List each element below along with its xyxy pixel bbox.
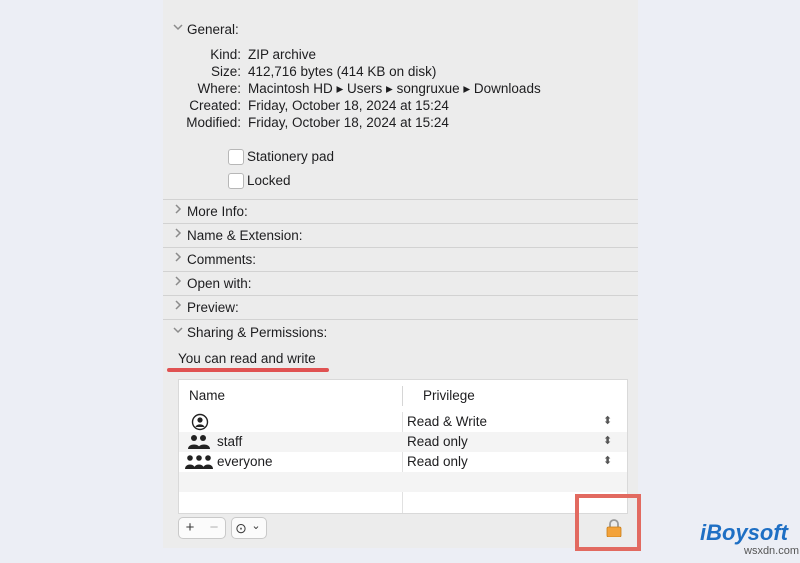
preview-label: Preview:	[187, 300, 239, 315]
size-key: Size:	[210, 64, 241, 79]
table-row[interactable]: everyone Read only ⬍	[179, 452, 627, 472]
kind-key: Kind:	[210, 47, 241, 62]
row-privilege[interactable]: Read only	[407, 454, 468, 469]
row-privilege[interactable]: Read & Write	[407, 414, 487, 429]
highlight-underline	[167, 368, 329, 372]
modified-key: Modified:	[186, 115, 241, 130]
chevron-right-icon	[171, 203, 185, 217]
row-name: everyone	[217, 454, 273, 469]
table-row[interactable]: Read & Write ⬍	[179, 412, 627, 432]
permissions-table: Name Privilege Read & Write ⬍ staff Read…	[178, 379, 628, 514]
where-key: Where:	[197, 81, 241, 96]
permission-note: You can read and write	[178, 351, 316, 366]
lock-icon[interactable]	[606, 519, 622, 542]
remove-button[interactable]: −	[203, 518, 225, 538]
created-key: Created:	[189, 98, 241, 113]
general-section-header[interactable]: General:	[163, 18, 638, 42]
created-value: Friday, October 18, 2024 at 15:24	[248, 98, 449, 113]
person-icon	[191, 413, 209, 431]
size-value: 412,716 bytes (414 KB on disk)	[248, 64, 437, 79]
section-divider	[163, 319, 638, 320]
chevron-right-icon	[171, 299, 185, 313]
row-name: staff	[217, 434, 243, 449]
empty-row	[179, 472, 627, 492]
general-section-title: General:	[187, 22, 239, 37]
add-remove-segment: + −	[178, 517, 226, 539]
privilege-column-header[interactable]: Privilege	[423, 388, 475, 403]
chevron-right-icon	[171, 275, 185, 289]
name-column-header[interactable]: Name	[189, 388, 225, 403]
info-panel: General: Kind: ZIP archive Size: 412,716…	[163, 0, 638, 548]
preview-section-header[interactable]: Preview:	[163, 296, 638, 320]
chevron-right-icon	[171, 227, 185, 241]
sharing-permissions-section-header[interactable]: Sharing & Permissions:	[163, 321, 638, 345]
stationery-pad-label: Stationery pad	[247, 149, 335, 164]
table-row[interactable]: staff Read only ⬍	[179, 432, 627, 452]
site-watermark: wsxdn.com	[744, 545, 800, 557]
group-icon	[187, 433, 211, 451]
open-with-label: Open with:	[187, 276, 252, 291]
add-button[interactable]: +	[179, 518, 201, 538]
name-extension-label: Name & Extension:	[187, 228, 303, 243]
chevron-right-icon	[171, 251, 185, 265]
name-extension-section-header[interactable]: Name & Extension:	[163, 224, 638, 248]
open-with-section-header[interactable]: Open with:	[163, 272, 638, 296]
comments-section-header[interactable]: Comments:	[163, 248, 638, 272]
everyone-icon	[184, 453, 214, 471]
updown-chevron-icon[interactable]: ⬍	[603, 454, 612, 467]
lock-highlight-box	[575, 494, 641, 551]
empty-row	[179, 492, 627, 512]
locked-label: Locked	[247, 173, 291, 188]
more-info-label: More Info:	[187, 204, 248, 219]
comments-label: Comments:	[187, 252, 257, 267]
locked-checkbox[interactable]	[228, 173, 244, 189]
more-info-section-header[interactable]: More Info:	[163, 200, 638, 224]
kind-value: ZIP archive	[248, 47, 317, 62]
updown-chevron-icon[interactable]: ⬍	[603, 434, 612, 447]
actions-menu-button[interactable]: ⊙ ⌄	[231, 517, 267, 539]
modified-value: Friday, October 18, 2024 at 15:24	[248, 115, 449, 130]
column-divider	[402, 386, 403, 406]
chevron-down-icon	[171, 21, 185, 35]
row-privilege[interactable]: Read only	[407, 434, 468, 449]
updown-chevron-icon[interactable]: ⬍	[603, 414, 612, 427]
brand-logo: iBoysoft	[700, 520, 788, 545]
chevron-down-icon: ⌄	[251, 520, 261, 532]
chevron-down-icon	[171, 324, 185, 338]
stationery-pad-checkbox[interactable]	[228, 149, 244, 165]
where-value: Macintosh HD ▸ Users ▸ songruxue ▸ Downl…	[248, 81, 541, 96]
sharing-permissions-title: Sharing & Permissions:	[187, 325, 328, 340]
